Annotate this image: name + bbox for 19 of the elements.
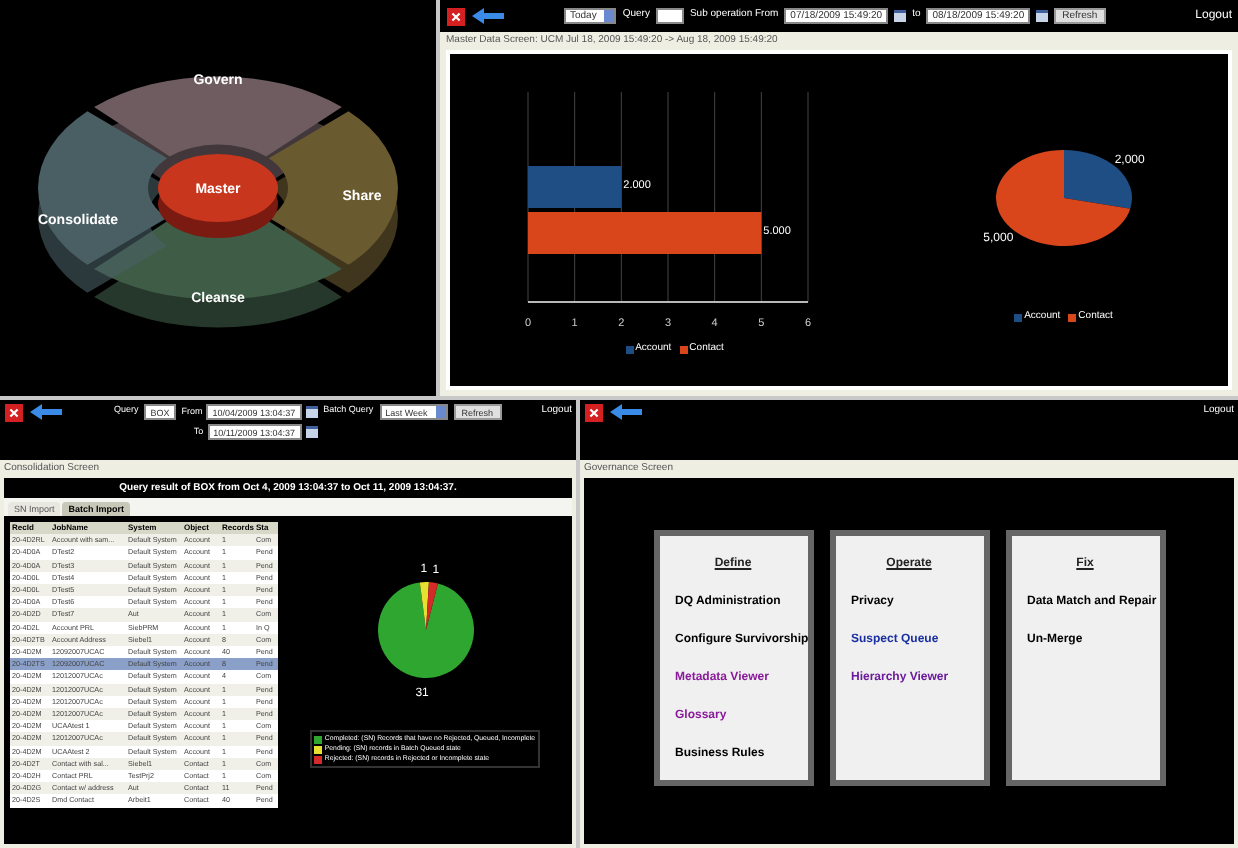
bar: [528, 166, 622, 209]
legend-swatch: [625, 346, 634, 354]
caret-icon: [435, 406, 446, 418]
legend-swatch: [1014, 314, 1023, 322]
close-icon[interactable]: [446, 7, 466, 25]
calendar-icon[interactable]: [1036, 10, 1049, 22]
query-field[interactable]: [655, 8, 684, 24]
calendar-icon[interactable]: [894, 10, 907, 22]
close-icon[interactable]: [4, 404, 24, 422]
caret-icon: [604, 10, 615, 22]
back-arrow-icon[interactable]: [472, 8, 504, 24]
legend-swatch: [1068, 314, 1077, 322]
close-icon[interactable]: [584, 404, 604, 422]
center-disc: [158, 154, 278, 238]
legend-swatch: [679, 346, 688, 354]
back-arrow-icon[interactable]: [30, 404, 62, 420]
calendar-icon[interactable]: [305, 426, 318, 438]
back-arrow-icon[interactable]: [610, 404, 642, 420]
calendar-icon[interactable]: [305, 406, 318, 418]
